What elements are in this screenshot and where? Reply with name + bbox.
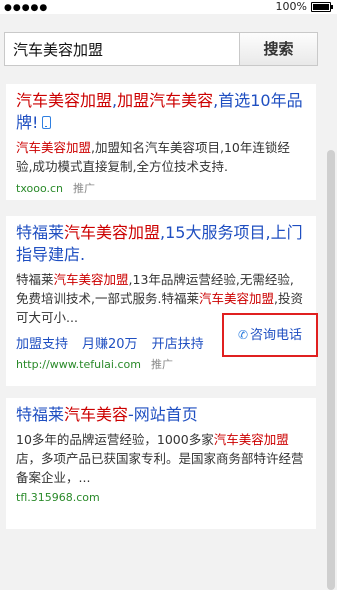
- title-keyword: 汽车美容加盟: [64, 223, 161, 242]
- result-card: 汽车美容加盟,加盟汽车美容,首选10年品牌! 汽车美容加盟,加盟知名汽车美容项目…: [6, 84, 316, 200]
- battery-icon: [311, 2, 333, 12]
- title-keyword: 汽车美容加盟: [16, 91, 113, 110]
- result-description: 汽车美容加盟,加盟知名汽车美容项目,10年连锁经验,成功模式直接复制,全方位技术…: [16, 138, 306, 176]
- result-url[interactable]: tfl.315968.com: [16, 491, 100, 504]
- desc-text: 特福莱: [16, 272, 54, 287]
- call-consult-button[interactable]: ✆ 咨询电话: [222, 313, 318, 357]
- result-title-link[interactable]: 汽车美容加盟,加盟汽车美容,首选10年品牌!: [16, 90, 306, 134]
- search-button[interactable]: 搜索: [240, 32, 318, 66]
- desc-keyword: 汽车美容加盟: [198, 291, 274, 306]
- title-text: 特福莱: [16, 405, 65, 424]
- sublink-earnings[interactable]: 月赚20万: [82, 337, 138, 352]
- title-keyword: 加盟汽车美容: [117, 91, 214, 110]
- result-title-link[interactable]: 特福莱汽车美容-网站首页: [16, 404, 306, 426]
- result-description: 10多年的品牌运营经验，1000多家汽车美容加盟店，多项产品已获国家专利。是国家…: [16, 430, 306, 487]
- result-meta: http://www.tefulai.com 推广: [16, 356, 306, 372]
- result-card: 特福莱汽车美容加盟,15大服务项目,上门指导建店. 特福莱汽车美容加盟,13年品…: [6, 216, 316, 386]
- result-url[interactable]: txooo.cn: [16, 182, 63, 195]
- desc-keyword: 汽车美容加盟: [16, 140, 92, 155]
- search-input[interactable]: [4, 32, 240, 66]
- phone-icon: ✆: [237, 328, 249, 342]
- ad-label: 推广: [150, 358, 173, 371]
- desc-text: 店，多项产品已获国家专利。是国家商务部特许经营备案企业，...: [16, 451, 304, 485]
- scrollbar[interactable]: [325, 70, 337, 590]
- mobile-icon: [42, 116, 52, 129]
- sublink-support[interactable]: 加盟支持: [16, 337, 68, 352]
- battery-percentage: 100%: [275, 0, 307, 13]
- result-title-link[interactable]: 特福莱汽车美容加盟,15大服务项目,上门指导建店.: [16, 222, 306, 266]
- desc-keyword: 汽车美容加盟: [213, 432, 289, 447]
- status-bar: ●●●●● 100%: [0, 0, 337, 14]
- title-keyword: 汽车美容: [64, 405, 129, 424]
- ad-label: 推广: [73, 182, 95, 195]
- result-meta: tfl.315968.com: [16, 491, 306, 504]
- result-url[interactable]: http://www.tefulai.com: [16, 358, 141, 371]
- result-meta: txooo.cn 推广: [16, 180, 306, 196]
- scroll-thumb[interactable]: [327, 150, 335, 590]
- title-text: 特福莱: [16, 223, 65, 242]
- desc-keyword: 汽车美容加盟: [53, 272, 129, 287]
- desc-text: 10多年的品牌运营经验，1000多家: [16, 432, 214, 447]
- result-card: 特福莱汽车美容-网站首页 10多年的品牌运营经验，1000多家汽车美容加盟店，多…: [6, 398, 316, 529]
- cta-label: 咨询电话: [250, 328, 303, 343]
- title-text: -网站首页: [128, 405, 198, 424]
- search-bar: 搜索: [0, 14, 337, 70]
- signal-icon: ●●●●●: [4, 3, 49, 13]
- sublink-store[interactable]: 开店扶持: [152, 337, 204, 352]
